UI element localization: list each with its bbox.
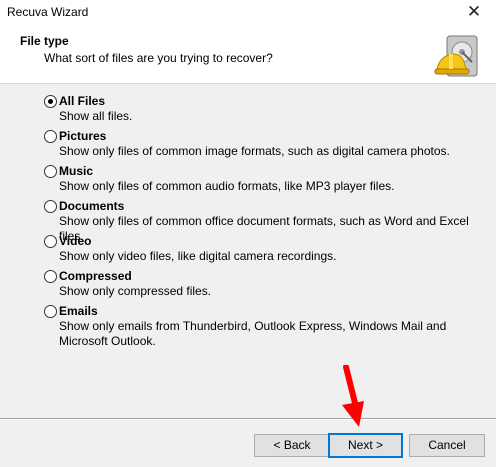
option-label: Documents: [59, 199, 125, 213]
radio-documents[interactable]: [44, 200, 57, 213]
option-description: Show only files of common office documen…: [59, 214, 469, 243]
page-subtitle: What sort of files are you trying to rec…: [44, 51, 273, 65]
close-icon[interactable]: ✕: [452, 0, 496, 26]
radio-emails[interactable]: [44, 305, 57, 318]
wizard-header: File type What sort of files are you try…: [0, 30, 496, 84]
option-label: Music: [59, 164, 94, 178]
footer-separator: [0, 418, 496, 420]
option-description: Show all files.: [59, 109, 133, 123]
red-arrow-annotation: [342, 365, 364, 427]
radio-music[interactable]: [44, 165, 57, 178]
option-description: Show only video files, like digital came…: [59, 249, 337, 263]
cancel-button[interactable]: Cancel: [409, 434, 485, 457]
option-label: Video: [59, 234, 92, 248]
window-title: Recuva Wizard: [7, 5, 89, 19]
option-label: Emails: [59, 304, 98, 318]
option-description: Show only emails from Thunderbird, Outlo…: [59, 319, 447, 348]
radio-pictures[interactable]: [44, 130, 57, 143]
option-description: Show only compressed files.: [59, 284, 212, 298]
option-label: All Files: [59, 94, 106, 108]
radio-video[interactable]: [44, 235, 57, 248]
title-bar: Recuva Wizard ✕: [0, 0, 496, 30]
next-button[interactable]: Next >: [328, 433, 403, 458]
options-panel: All Files Show all files. Pictures Show …: [0, 84, 496, 417]
option-label: Compressed: [59, 269, 132, 283]
page-title: File type: [20, 34, 69, 48]
hard-drive-hardhat-icon: [434, 35, 478, 77]
radio-compressed[interactable]: [44, 270, 57, 283]
radio-all-files[interactable]: [44, 95, 57, 108]
option-label: Pictures: [59, 129, 107, 143]
option-description: Show only files of common audio formats,…: [59, 179, 395, 193]
option-description: Show only files of common image formats,…: [59, 144, 450, 158]
back-button[interactable]: < Back: [254, 434, 330, 457]
